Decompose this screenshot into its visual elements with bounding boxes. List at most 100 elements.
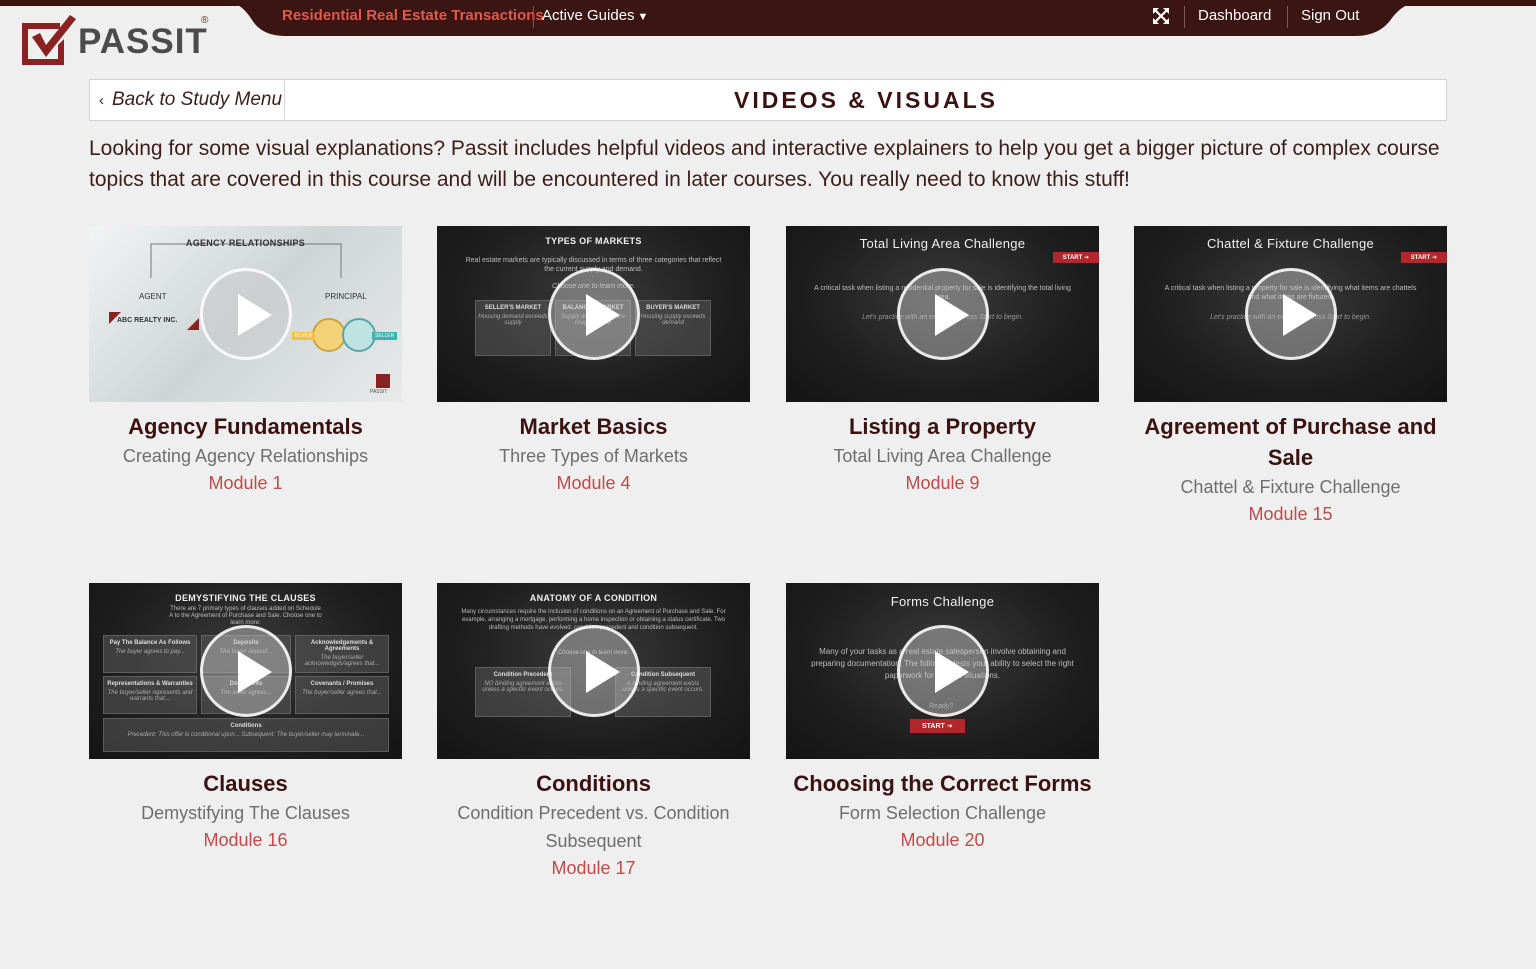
card-subtitle: Three Types of Markets: [499, 446, 688, 466]
card-title[interactable]: Clauses: [89, 768, 402, 799]
tile-note: Housing demand exceeds supply: [478, 314, 548, 326]
card-module: Module 20: [900, 830, 985, 850]
clause-tile: Acknowledgements & Agreements The buyer/s…: [295, 635, 389, 673]
clause-tile: Conditions Precedent: This offer is condi…: [103, 718, 389, 752]
checkbox-logo-icon: [22, 15, 76, 65]
clause-tile: Representations & Warranties The buyer/se…: [103, 676, 197, 714]
passit-logo[interactable]: PASSIT ®: [20, 15, 220, 65]
start-tag[interactable]: START ➔: [1052, 252, 1099, 263]
caret-down-icon: ▼: [637, 11, 649, 23]
video-thumbnail[interactable]: ANATOMY OF A CONDITION Many circumstance…: [437, 583, 750, 759]
tile-label: SELLER'S MARKET: [484, 305, 542, 311]
nav-divider: [533, 6, 534, 28]
page-title: VIDEOS & VISUALS: [734, 86, 998, 113]
intro-paragraph: Looking for some visual explanations? Pa…: [89, 137, 1440, 191]
start-tag[interactable]: START ➔: [1400, 252, 1447, 263]
card-module: Module 16: [203, 830, 288, 850]
chevron-left-icon: ‹: [99, 91, 104, 109]
active-guides-label: Active Guides: [542, 7, 635, 24]
card-title[interactable]: Listing a Property: [786, 411, 1099, 442]
card-title[interactable]: Choosing the Correct Forms: [786, 768, 1099, 799]
buyer-badge: BUYER: [292, 332, 316, 340]
video-card-listing-a-property[interactable]: Total Living Area Challenge START ➔ A cr…: [786, 226, 1099, 496]
play-icon[interactable]: [1244, 268, 1337, 360]
card-module: Module 4: [556, 473, 631, 493]
video-thumbnail[interactable]: DEMYSTIFYING THE CLAUSES There are 7 pri…: [89, 583, 402, 759]
agent-label: AGENT: [139, 292, 167, 301]
tile-label: Representations & Warranties: [107, 681, 193, 687]
play-icon[interactable]: [199, 625, 292, 717]
back-to-study-menu-button[interactable]: ‹ Back to Study Menu: [90, 80, 285, 120]
card-title[interactable]: Agency Fundamentals: [89, 411, 402, 442]
card-subtitle: Demystifying The Clauses: [141, 803, 350, 823]
tile-note: The buyer/seller agrees that...: [302, 690, 382, 696]
video-thumbnail[interactable]: Total Living Area Challenge START ➔ A cr…: [786, 226, 1099, 402]
thumbnail-heading: ANATOMY OF A CONDITION: [529, 593, 658, 603]
card-subtitle: Creating Agency Relationships: [122, 446, 369, 466]
tile-note: Housing supply exceeds demand: [640, 314, 706, 326]
tile-label: BUYER'S MARKET: [646, 305, 700, 311]
thumbnail-heading: DEMYSTIFYING THE CLAUSES: [175, 593, 316, 603]
tile-label: Conditions: [230, 723, 262, 729]
current-course-link[interactable]: Residential Real Estate Transactions: [282, 7, 544, 24]
clause-tile: Pay The Balance As Follows The buyer agre…: [103, 635, 197, 673]
card-title[interactable]: Conditions: [437, 768, 750, 799]
card-module: Module 17: [551, 858, 636, 878]
seller-badge: SELLER: [372, 332, 398, 340]
fullscreen-icon[interactable]: [1152, 7, 1170, 25]
card-title[interactable]: Market Basics: [437, 411, 750, 442]
thumbnail-heading: Chattel & Fixture Challenge: [1206, 236, 1375, 251]
thumbnail-heading: TYPES OF MARKETS: [545, 236, 642, 246]
play-icon[interactable]: [896, 625, 989, 717]
tile-label: Condition Precedent: [493, 672, 553, 678]
tile-label: Condition Subsequent: [631, 672, 695, 678]
active-guides-dropdown[interactable]: Active Guides ▼: [542, 7, 648, 24]
logo-text: PASSIT: [78, 22, 208, 61]
registered-mark: ®: [201, 15, 209, 26]
tile-note: Precedent: This offer is conditional upo…: [127, 732, 365, 738]
sign-out-link[interactable]: Sign Out: [1301, 7, 1359, 24]
play-icon[interactable]: [199, 268, 292, 360]
video-card-agency-fundamentals[interactable]: AGENCY RELATIONSHIPS AGENT PRINCIPAL ABC…: [89, 226, 402, 496]
video-thumbnail[interactable]: Forms Challenge Many of your tasks as a …: [786, 583, 1099, 759]
tile-note: The buyer/seller acknowledges/agrees tha…: [304, 655, 380, 667]
top-navigation-bar: Residential Real Estate Transactions Act…: [0, 0, 1536, 36]
tile-note: The buyer/seller represents and warrants…: [107, 690, 193, 702]
card-title[interactable]: Agreement of Purchase and Sale: [1134, 411, 1447, 473]
tile-label: Pay The Balance As Follows: [109, 640, 191, 646]
card-subtitle: Form Selection Challenge: [838, 803, 1047, 823]
card-module: Module 15: [1248, 504, 1333, 524]
video-card-choosing-the-correct-forms[interactable]: Forms Challenge Many of your tasks as a …: [786, 583, 1099, 853]
video-card-market-basics[interactable]: TYPES OF MARKETS Real estate markets are…: [437, 226, 750, 496]
clause-tile: Covenants / Promises The buyer/seller agr…: [295, 676, 389, 714]
video-thumbnail[interactable]: TYPES OF MARKETS Real estate markets are…: [437, 226, 750, 402]
brand-watermark: PASSIT: [370, 389, 388, 395]
thumbnail-body: There are 7 primary types of clauses add…: [169, 606, 322, 626]
video-card-agreement-of-purchase-and-sale[interactable]: Chattel & Fixture Challenge START ➔ A cr…: [1134, 226, 1447, 527]
tile-label: Covenants / Promises: [310, 681, 374, 687]
play-icon[interactable]: [547, 268, 640, 360]
video-thumbnail[interactable]: Chattel & Fixture Challenge START ➔ A cr…: [1134, 226, 1447, 402]
tile-note: The buyer agrees to pay...: [115, 649, 185, 655]
principal-label: PRINCIPAL: [325, 292, 367, 301]
nav-divider: [1184, 6, 1185, 28]
play-icon[interactable]: [547, 625, 640, 717]
thumbnail-heading: AGENCY RELATIONSHIPS: [185, 238, 306, 248]
card-module: Module 1: [208, 473, 283, 493]
page-header: ‹ Back to Study Menu VIDEOS & VISUALS: [89, 79, 1447, 121]
card-subtitle: Total Living Area Challenge: [833, 446, 1052, 466]
back-button-label: Back to Study Menu: [112, 89, 283, 110]
video-card-clauses[interactable]: DEMYSTIFYING THE CLAUSES There are 7 pri…: [89, 583, 402, 853]
start-button[interactable]: START ➔: [910, 719, 965, 733]
card-subtitle: Condition Precedent vs. Condition Subseq…: [457, 803, 730, 851]
card-subtitle: Chattel & Fixture Challenge: [1180, 477, 1401, 497]
card-module: Module 9: [905, 473, 980, 493]
nav-divider: [1287, 6, 1288, 28]
play-icon[interactable]: [896, 268, 989, 360]
video-card-conditions[interactable]: ANATOMY OF A CONDITION Many circumstance…: [437, 583, 750, 881]
company-label: ABC REALTY INC.: [117, 317, 178, 324]
market-tile: BUYER'S MARKET Housing supply exceeds dem…: [635, 300, 711, 356]
thumbnail-heading: Total Living Area Challenge: [859, 236, 1026, 251]
video-thumbnail[interactable]: AGENCY RELATIONSHIPS AGENT PRINCIPAL ABC…: [89, 226, 402, 402]
dashboard-link[interactable]: Dashboard: [1198, 7, 1271, 24]
